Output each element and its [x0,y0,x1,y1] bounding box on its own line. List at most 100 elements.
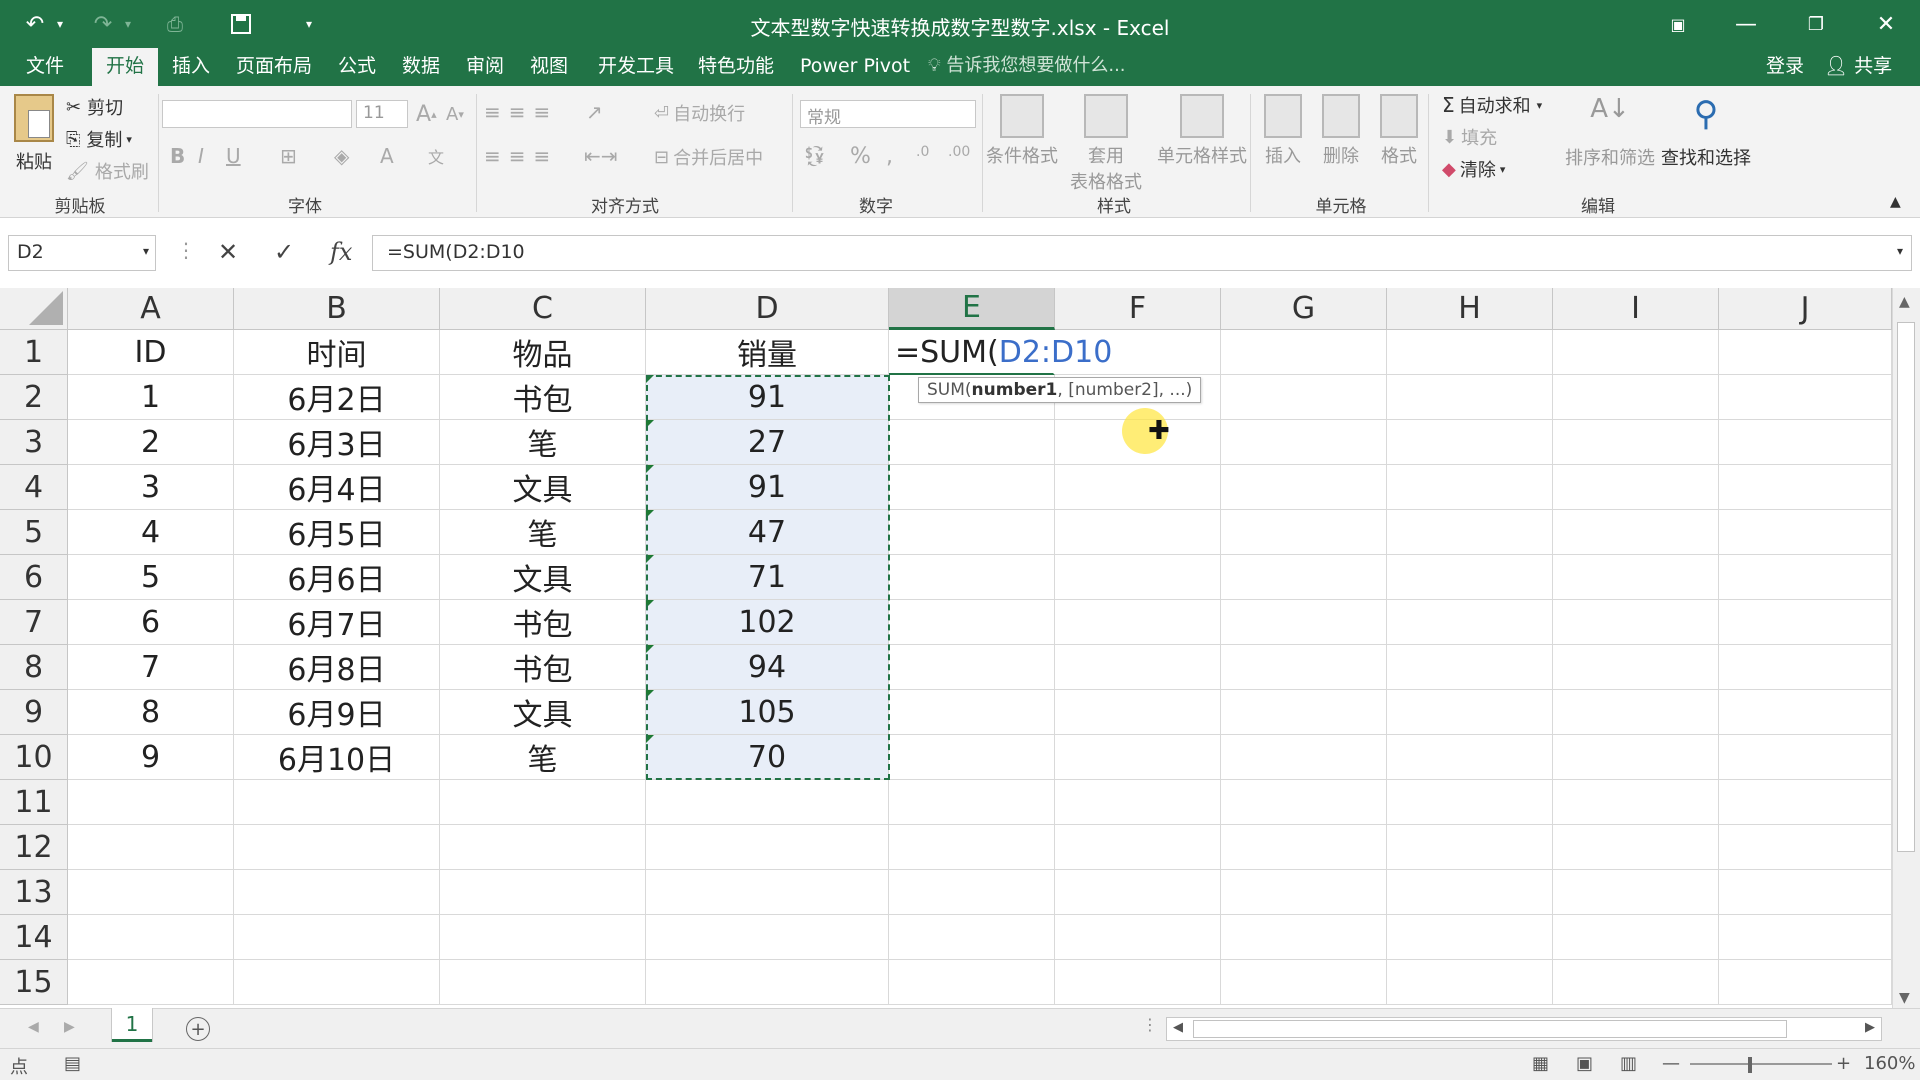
insert-function-icon[interactable]: fx [330,238,352,266]
number-format-combo[interactable]: 常规 [800,100,976,128]
vertical-align-icons[interactable]: ≡≡≡ [484,100,558,124]
cell-A2[interactable]: 1 [68,375,234,420]
row-header-15[interactable]: 15 [0,960,68,1005]
cell-C5[interactable]: 笔 [440,510,646,555]
cell-D6[interactable]: 71 [646,555,889,600]
row-header-13[interactable]: 13 [0,870,68,915]
cell-I12[interactable] [1553,825,1719,870]
cell-G15[interactable] [1221,960,1387,1005]
vertical-scroll-thumb[interactable] [1897,322,1915,852]
enter-formula-icon[interactable]: ✓ [274,238,294,266]
format-painter-button[interactable]: 🖌︎ 格式刷 [66,158,149,184]
cell-B13[interactable] [234,870,440,915]
cell-D4[interactable]: 91 [646,465,889,510]
cell-B10[interactable]: 6月10日 [234,735,440,780]
cell-B9[interactable]: 6月9日 [234,690,440,735]
cell-J10[interactable] [1719,735,1892,780]
row-header-8[interactable]: 8 [0,645,68,690]
cell-styles-button[interactable]: 单元格样式 [1152,94,1252,168]
row-header-7[interactable]: 7 [0,600,68,645]
page-break-view-icon[interactable]: ▥ [1620,1053,1637,1074]
cell-F6[interactable] [1055,555,1221,600]
cell-E14[interactable] [889,915,1055,960]
column-header-j[interactable]: J [1719,288,1892,330]
cell-D3[interactable]: 27 [646,420,889,465]
split-handle-icon[interactable]: ⋮ [1142,1015,1158,1034]
cell-A10[interactable]: 9 [68,735,234,780]
cell-E13[interactable] [889,870,1055,915]
cell-G6[interactable] [1221,555,1387,600]
cell-F5[interactable] [1055,510,1221,555]
cell-H13[interactable] [1387,870,1553,915]
cell-J14[interactable] [1719,915,1892,960]
row-header-9[interactable]: 9 [0,690,68,735]
fill-color-icon[interactable]: ◈ [334,144,349,168]
cell-E5[interactable] [889,510,1055,555]
cell-D12[interactable] [646,825,889,870]
cell-editor-e1[interactable]: =SUM(D2:D10 [889,330,1112,375]
cell-J5[interactable] [1719,510,1892,555]
cell-B5[interactable]: 6月5日 [234,510,440,555]
cell-G9[interactable] [1221,690,1387,735]
cell-F12[interactable] [1055,825,1221,870]
vertical-scrollbar[interactable]: ▲ ▼ [1892,288,1920,1008]
cell-H6[interactable] [1387,555,1553,600]
cell-G7[interactable] [1221,600,1387,645]
zoom-out-icon[interactable]: — [1662,1053,1680,1074]
cell-E3[interactable] [889,420,1055,465]
cell-G3[interactable] [1221,420,1387,465]
cell-G8[interactable] [1221,645,1387,690]
decrease-font-icon[interactable]: A ▾ [446,104,464,125]
horizontal-scrollbar[interactable]: ◀ ▶ [1166,1017,1882,1041]
increase-font-icon[interactable]: A ▴ [416,102,437,127]
cell-A5[interactable]: 4 [68,510,234,555]
cell-I4[interactable] [1553,465,1719,510]
cell-C11[interactable] [440,780,646,825]
cell-I1[interactable] [1553,330,1719,375]
cell-H10[interactable] [1387,735,1553,780]
normal-view-icon[interactable]: ▦ [1532,1053,1549,1074]
close-icon[interactable]: ✕ [1856,8,1916,40]
cell-B7[interactable]: 6月7日 [234,600,440,645]
cell-D15[interactable] [646,960,889,1005]
insert-cells-button[interactable]: 插入 [1260,94,1306,168]
font-color-icon[interactable]: A [380,144,394,168]
column-header-e[interactable]: E [889,288,1055,330]
minimize-icon[interactable]: — [1716,8,1776,40]
clear-button[interactable]: ◆ 清除 ▾ [1442,156,1505,182]
cell-C6[interactable]: 文具 [440,555,646,600]
cell-J8[interactable] [1719,645,1892,690]
cell-D7[interactable]: 102 [646,600,889,645]
cell-C2[interactable]: 书包 [440,375,646,420]
cell-E12[interactable] [889,825,1055,870]
cell-E6[interactable] [889,555,1055,600]
cell-C12[interactable] [440,825,646,870]
zoom-slider[interactable] [1690,1063,1832,1065]
cell-D14[interactable] [646,915,889,960]
cell-H3[interactable] [1387,420,1553,465]
format-cells-button[interactable]: 格式 [1376,94,1422,168]
underline-button[interactable]: U [226,144,241,168]
cell-H11[interactable] [1387,780,1553,825]
cell-E11[interactable] [889,780,1055,825]
page-layout-view-icon[interactable]: ▣ [1576,1053,1593,1074]
row-header-4[interactable]: 4 [0,465,68,510]
row-header-12[interactable]: 12 [0,825,68,870]
add-sheet-icon[interactable]: + [186,1017,210,1041]
cell-G12[interactable] [1221,825,1387,870]
cell-I6[interactable] [1553,555,1719,600]
cell-I10[interactable] [1553,735,1719,780]
cell-J2[interactable] [1719,375,1892,420]
cell-F15[interactable] [1055,960,1221,1005]
cell-G10[interactable] [1221,735,1387,780]
tab-view[interactable]: 视图 [516,48,582,86]
cell-I8[interactable] [1553,645,1719,690]
zoom-in-icon[interactable]: + [1836,1053,1851,1074]
tab-insert[interactable]: 插入 [158,48,224,86]
share-button[interactable]: 👤︎ 共享 [1824,48,1892,84]
cell-A11[interactable] [68,780,234,825]
copy-button[interactable]: ⎘ 复制 ▾ [66,126,132,152]
column-header-d[interactable]: D [646,288,889,330]
cell-J13[interactable] [1719,870,1892,915]
cell-I13[interactable] [1553,870,1719,915]
